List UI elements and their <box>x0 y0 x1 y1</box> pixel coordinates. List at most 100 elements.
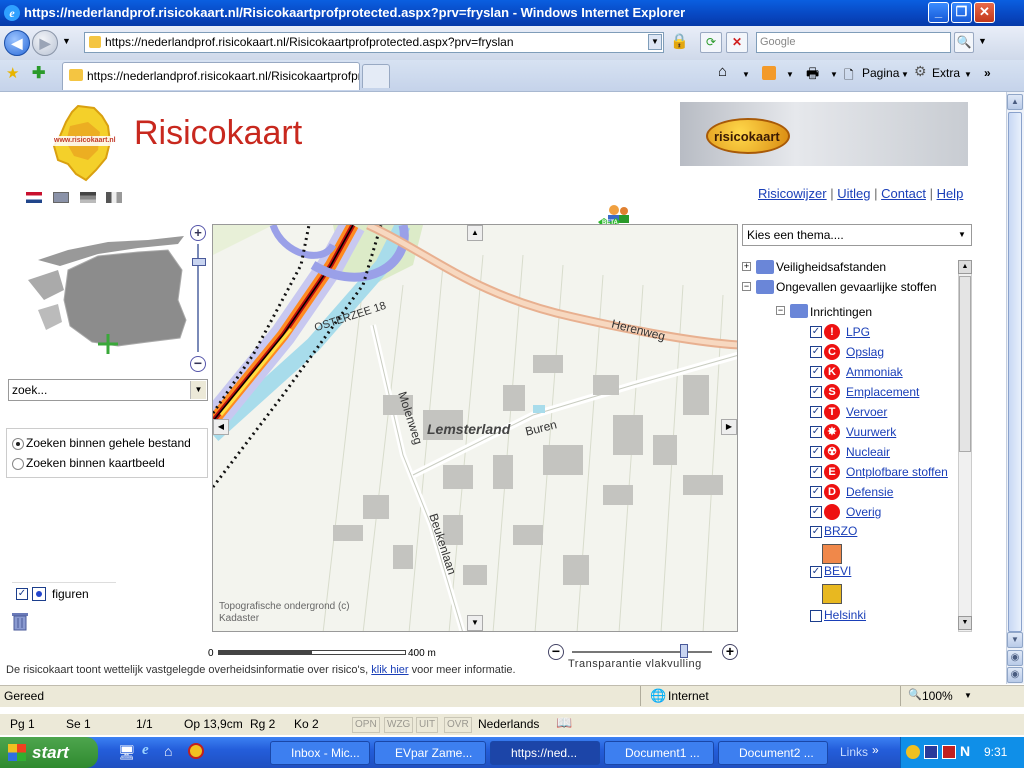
tree-inrichtingen[interactable]: Inrichtingen <box>810 305 872 319</box>
print-icon[interactable]: 🖶 <box>806 63 819 87</box>
transparency-decrease-button[interactable]: − <box>548 644 564 660</box>
transparency-track[interactable] <box>572 651 712 653</box>
add-favorites-icon[interactable]: ✚ <box>32 63 45 83</box>
helsinki-checkbox[interactable] <box>810 610 822 622</box>
address-dropdown-icon[interactable]: ▼ <box>648 34 662 50</box>
links-toolbar[interactable]: Links <box>840 745 868 759</box>
home-quicklaunch-icon[interactable]: ⌂ <box>164 743 172 759</box>
word-flag-opn[interactable]: OPN <box>352 717 380 733</box>
word-language[interactable]: Nederlands <box>478 717 539 731</box>
theme-select[interactable]: Kies een thema.... <box>742 224 972 246</box>
tray-network-icon[interactable] <box>924 745 938 759</box>
back-button[interactable]: ◀ <box>4 30 30 56</box>
new-tab-button[interactable] <box>362 64 390 88</box>
tray-clock-icon[interactable] <box>906 745 920 759</box>
home-dropdown-icon[interactable]: ▼ <box>742 70 750 79</box>
page-next-icon[interactable]: ◉ <box>1007 667 1023 683</box>
overview-zoom-handle[interactable] <box>192 258 206 266</box>
forward-button[interactable]: ▶ <box>32 30 58 56</box>
pan-south-icon[interactable]: ▼ <box>467 615 483 631</box>
location-search-input[interactable]: zoek... <box>8 379 208 401</box>
page-prev-icon[interactable]: ◉ <box>1007 650 1023 666</box>
nav-link-help[interactable]: Help <box>937 186 964 201</box>
tray-antivirus-icon[interactable] <box>942 745 956 759</box>
favorites-star-icon[interactable]: ★ <box>6 64 19 82</box>
tree-scroll-thumb[interactable] <box>959 276 971 452</box>
layer-checkbox[interactable]: ✓ <box>810 466 822 478</box>
theme-select-dropdown-icon[interactable]: ▼ <box>954 226 970 244</box>
overview-map[interactable] <box>8 230 188 360</box>
brzo-checkbox[interactable]: ✓ <box>810 526 822 538</box>
layer-link[interactable]: Vervoer <box>846 405 887 419</box>
helsinki-link[interactable]: Helsinki <box>824 608 866 622</box>
expand-veiligheid-icon[interactable]: + <box>742 262 751 271</box>
layer-checkbox[interactable]: ✓ <box>810 406 822 418</box>
radio-whole-dataset[interactable] <box>12 438 24 450</box>
tree-scroll-up-icon[interactable]: ▲ <box>958 260 972 274</box>
page-scroll-thumb[interactable] <box>1008 112 1022 632</box>
print-dropdown-icon[interactable]: ▼ <box>830 70 838 79</box>
home-icon[interactable]: ⌂ <box>718 63 727 80</box>
pan-north-icon[interactable]: ▲ <box>467 225 483 241</box>
layer-checkbox[interactable]: ✓ <box>810 486 822 498</box>
maximize-button[interactable]: ❐ <box>951 2 972 23</box>
bevi-link[interactable]: BEVI <box>824 564 851 578</box>
flag-dutch-icon[interactable] <box>26 192 42 203</box>
collapse-ongevallen-icon[interactable]: − <box>742 282 751 291</box>
refresh-icon[interactable]: ⟳ <box>700 32 722 53</box>
task-inbox[interactable]: Inbox - Mic... <box>270 741 370 765</box>
layer-link[interactable]: Defensie <box>846 485 893 499</box>
zoom-dropdown-icon[interactable]: ▼ <box>964 691 972 700</box>
tree-scroll-down-icon[interactable]: ▼ <box>958 616 972 630</box>
layer-checkbox[interactable]: ✓ <box>810 386 822 398</box>
trash-icon[interactable] <box>10 610 30 632</box>
flag-german-icon[interactable] <box>80 192 96 203</box>
layer-link[interactable]: Emplacement <box>846 385 919 399</box>
pan-west-icon[interactable]: ◀ <box>213 419 229 435</box>
page-menu-dropdown-icon[interactable]: ▼ <box>901 70 909 79</box>
more-tools-icon[interactable]: » <box>984 66 991 80</box>
feeds-icon[interactable] <box>762 66 776 80</box>
layer-link[interactable]: LPG <box>846 325 870 339</box>
ie-quicklaunch-icon[interactable]: e <box>142 742 149 759</box>
extra-menu[interactable]: Extra <box>932 66 960 80</box>
search-icon[interactable]: 🔍 <box>954 32 974 53</box>
feeds-dropdown-icon[interactable]: ▼ <box>786 70 794 79</box>
collapse-inrichtingen-icon[interactable]: − <box>776 306 785 315</box>
word-flag-uit[interactable]: UIT <box>416 717 439 733</box>
transparency-handle[interactable] <box>680 644 689 658</box>
search-dropdown-icon[interactable]: ▼ <box>190 381 206 399</box>
clock-quicklaunch-icon[interactable] <box>188 743 204 759</box>
tree-veiligheid[interactable]: Veiligheidsafstanden <box>776 260 886 274</box>
start-button[interactable]: start <box>0 737 98 768</box>
layer-checkbox[interactable]: ✓ <box>810 426 822 438</box>
brzo-link[interactable]: BRZO <box>824 524 857 538</box>
page-scroll-up-icon[interactable]: ▲ <box>1007 94 1023 110</box>
task-document1[interactable]: Document1 ... <box>604 741 714 765</box>
task-evpar[interactable]: EVpar Zame... <box>374 741 486 765</box>
tree-ongevallen[interactable]: Ongevallen gevaarlijke stoffen <box>776 280 937 294</box>
search-options-icon[interactable]: ▼ <box>978 36 987 46</box>
layer-link[interactable]: Ammoniak <box>846 365 903 379</box>
task-ie[interactable]: https://ned... <box>490 741 600 765</box>
layer-link[interactable]: Nucleair <box>846 445 890 459</box>
page-scroll-down-icon[interactable]: ▼ <box>1007 632 1023 648</box>
extra-menu-dropdown-icon[interactable]: ▼ <box>964 70 972 79</box>
close-button[interactable]: ✕ <box>974 2 995 23</box>
stop-icon[interactable]: ✕ <box>726 32 748 53</box>
layer-checkbox[interactable]: ✓ <box>810 326 822 338</box>
layer-checkbox[interactable]: ✓ <box>810 366 822 378</box>
layer-checkbox[interactable]: ✓ <box>810 346 822 358</box>
tray-n-icon[interactable]: N <box>960 743 970 759</box>
lock-icon[interactable]: 🔒 <box>670 32 692 52</box>
overview-zoom-out-button[interactable]: − <box>190 356 206 372</box>
pan-east-icon[interactable]: ▶ <box>721 419 737 435</box>
layer-link[interactable]: Ontplofbare stoffen <box>846 465 948 479</box>
word-flag-ovr[interactable]: OVR <box>444 717 472 733</box>
spelling-icon[interactable]: 📖 <box>556 715 572 731</box>
layer-checkbox[interactable]: ✓ <box>810 446 822 458</box>
nav-link-uitleg[interactable]: Uitleg <box>837 186 870 201</box>
layer-link[interactable]: Vuurwerk <box>846 425 896 439</box>
page-menu[interactable]: Pagina <box>862 66 899 80</box>
nav-link-risicowijzer[interactable]: Risicowijzer <box>758 186 827 201</box>
